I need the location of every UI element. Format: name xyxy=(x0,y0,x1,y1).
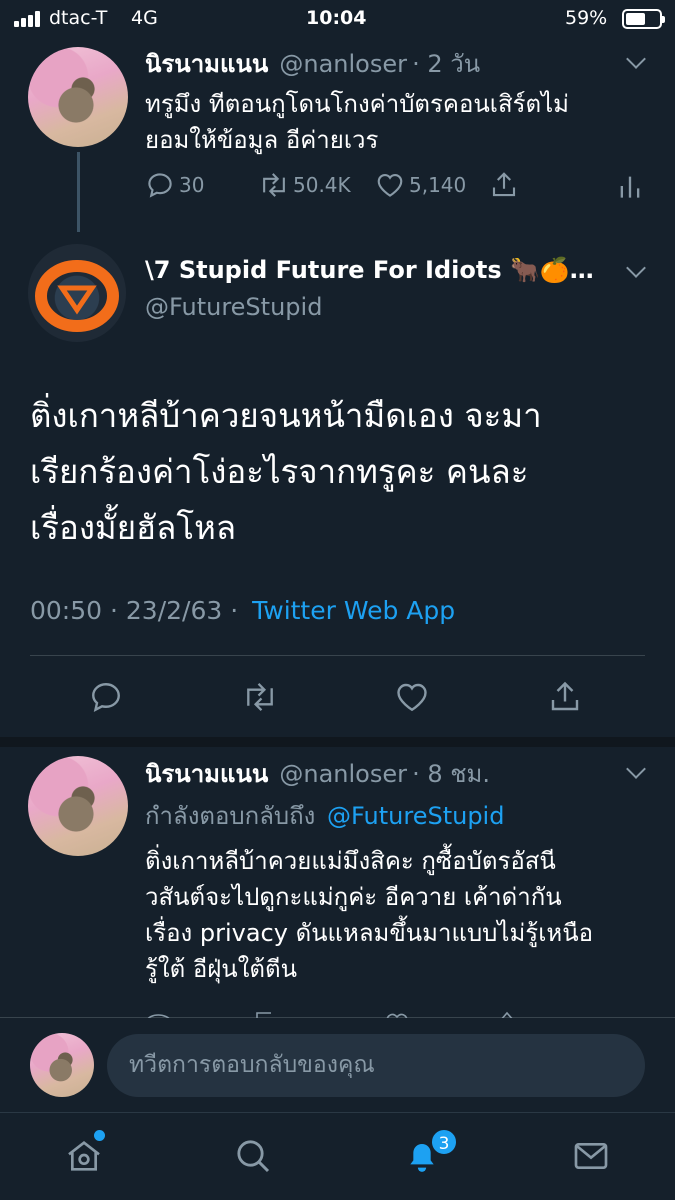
new-content-dot xyxy=(94,1130,105,1141)
tweet-text-line: ทรูมึง ทีตอนกูโดนโกงค่าบัตรคอนเสิร์ตไม่ xyxy=(145,90,569,118)
tweet-text-line: ยอมให้ข้อมูล อีค่ายเวร xyxy=(145,126,379,154)
tweet-text: ทรูมึง ทีตอนกูโดนโกงค่าบัตรคอนเสิร์ตไม่ … xyxy=(145,86,569,158)
heart-icon xyxy=(397,683,427,712)
retweet-icon xyxy=(263,173,285,197)
reply-button[interactable]: 30 xyxy=(145,170,204,200)
avatar[interactable] xyxy=(28,244,126,342)
replying-to-link[interactable]: @FutureStupid xyxy=(327,802,504,830)
share-button[interactable] xyxy=(547,679,583,715)
battery-percent: 59% xyxy=(565,7,608,29)
divider xyxy=(0,1112,675,1113)
tweet-text-line: ติ่งเกาหลีบ้าควยจนหน้ามืดเอง จะมา xyxy=(30,396,542,435)
reply-input[interactable]: ทวีตการตอบกลับของคุณ xyxy=(107,1034,645,1097)
tweet-timestamp: 00:50 · 23/2/63 · xyxy=(30,596,239,625)
tweet-text-line: รู้ใต้ อีฝุ่นใต้ตีน xyxy=(145,955,298,983)
avatar[interactable] xyxy=(28,47,128,147)
reply-icon xyxy=(148,173,172,198)
section-separator xyxy=(0,737,675,747)
chevron-down-icon[interactable] xyxy=(626,258,646,278)
status-bar: dtac-T 4G 10:04 59% xyxy=(0,0,675,38)
battery-icon xyxy=(622,9,665,29)
tab-home[interactable] xyxy=(64,1130,105,1180)
analytics-button[interactable] xyxy=(618,172,642,200)
author-handle[interactable]: @FutureStupid xyxy=(145,293,322,321)
tweet-text-line: วสันต์จะไปดูกะแม่กูค่ะ อีควาย เค้าด่ากัน xyxy=(145,883,562,911)
network-type: 4G xyxy=(131,7,158,29)
home-icon xyxy=(68,1140,100,1171)
notification-badge: 3 xyxy=(430,1128,458,1156)
author-handle[interactable]: @nanloser xyxy=(279,50,407,78)
reply-button[interactable] xyxy=(88,679,124,715)
chevron-down-icon[interactable] xyxy=(626,49,646,69)
clipped-actions-icon xyxy=(147,1011,513,1018)
tweet-text-line: ติ่งเกาหลีบ้าควยแม่มึงสิคะ กูซื้อบัตรอัส… xyxy=(145,847,556,875)
avatar xyxy=(30,1033,94,1097)
envelope-icon xyxy=(574,1143,608,1169)
avatar[interactable] xyxy=(28,756,128,856)
tweet-text: ติ่งเกาหลีบ้าควยจนหน้ามืดเอง จะมา เรียกร… xyxy=(30,388,542,556)
reply-icon xyxy=(92,683,120,713)
tweet-time: · 2 วัน xyxy=(412,50,481,78)
tweet-text-line: เรื่อง privacy ดันแหลมขึ้นมาแบบไม่รู้เหน… xyxy=(145,919,594,947)
analytics-icon xyxy=(620,176,640,198)
author-handle[interactable]: @nanloser xyxy=(279,760,407,788)
like-count: 5,140 xyxy=(409,173,467,197)
like-button[interactable] xyxy=(394,679,430,715)
tweet-source-link[interactable]: Twitter Web App xyxy=(252,596,455,625)
author-name[interactable]: \7 Stupid Future For Idiots 🐂🍊… xyxy=(145,256,615,284)
tweet-text-line: เรื่องมั้ยฮัลโหล xyxy=(30,508,237,547)
signal-strength-icon xyxy=(14,11,44,27)
clipped-action-row xyxy=(145,1006,665,1018)
search-icon xyxy=(237,1140,270,1173)
tab-search[interactable] xyxy=(233,1136,273,1180)
tweet-metadata: 00:50 · 23/2/63 · Twitter Web App xyxy=(30,596,455,625)
replying-to-label: กำลังตอบกลับถึง xyxy=(145,802,316,830)
tab-messages[interactable] xyxy=(571,1136,611,1180)
tweet-time: · 8 ชม. xyxy=(412,760,490,788)
tweet-text: ติ่งเกาหลีบ้าควยแม่มึงสิคะ กูซื้อบัตรอัส… xyxy=(145,843,593,987)
like-button[interactable]: 5,140 xyxy=(375,170,466,200)
retweet-button[interactable]: 50.4K xyxy=(258,170,351,200)
profile-picture-icon xyxy=(35,260,119,332)
retweet-button[interactable] xyxy=(241,679,279,715)
author-name[interactable]: นิรนามแนน xyxy=(145,760,268,788)
heart-icon xyxy=(377,173,403,197)
divider xyxy=(30,655,645,656)
clock: 10:04 xyxy=(306,7,367,29)
tweet-text-line: เรียกร้องค่าโง่อะไรจากทรูคะ คนละ xyxy=(30,452,529,491)
author-name[interactable]: นิรนามแนน xyxy=(145,50,268,78)
retweet-icon xyxy=(247,683,273,711)
share-icon xyxy=(551,681,579,711)
retweet-count: 50.4K xyxy=(293,173,351,197)
share-button[interactable] xyxy=(489,170,519,200)
share-icon xyxy=(492,172,516,197)
chevron-down-icon[interactable] xyxy=(626,759,646,779)
reply-count: 30 xyxy=(179,173,205,197)
thread-line xyxy=(77,152,80,232)
carrier-name: dtac-T xyxy=(49,7,108,29)
